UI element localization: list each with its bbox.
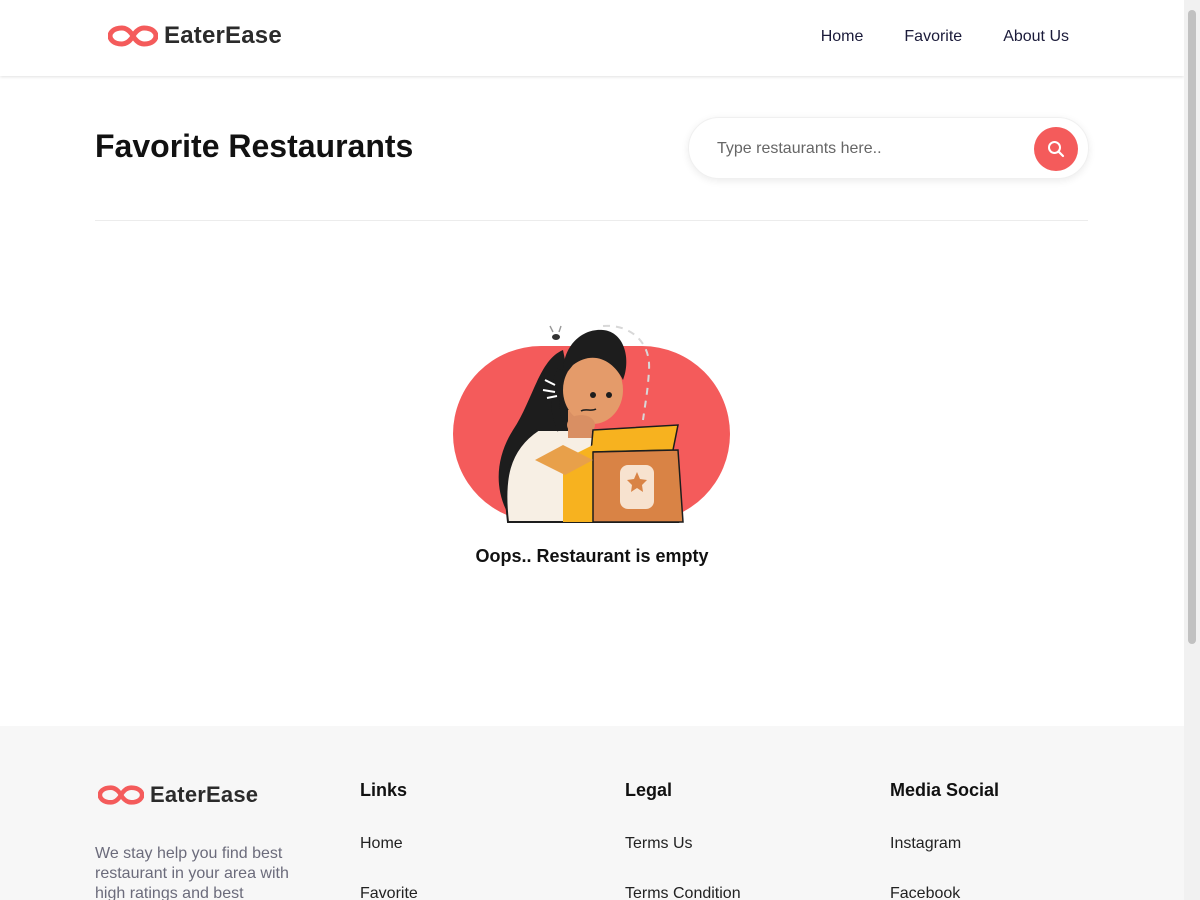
footer-link-instagram[interactable]: Instagram — [890, 834, 999, 854]
footer-link-terms-condition[interactable]: Terms Condition — [625, 884, 741, 900]
nav-about-us[interactable]: About Us — [1003, 26, 1069, 48]
search-button[interactable] — [1034, 127, 1078, 171]
footer-link-terms-us[interactable]: Terms Us — [625, 834, 741, 854]
nav-home[interactable]: Home — [821, 26, 864, 48]
footer-social-column: Media Social Instagram Facebook — [890, 780, 999, 900]
footer-brand-name: EaterEase — [150, 782, 259, 807]
page-scrollbar[interactable] — [1184, 0, 1200, 900]
site-header: EaterEase Home Favorite About Us — [0, 0, 1184, 76]
footer-link-favorite[interactable]: Favorite — [360, 884, 418, 900]
page-title: Favorite Restaurants — [95, 128, 414, 164]
brand-logo[interactable]: EaterEase — [108, 20, 282, 52]
footer-link-facebook[interactable]: Facebook — [890, 884, 999, 900]
empty-state-message: Oops.. Restaurant is empty — [475, 546, 709, 566]
footer-column-title: Legal — [625, 780, 673, 800]
infinity-logo-icon — [98, 785, 144, 805]
footer-column-title: Media Social — [890, 780, 1000, 800]
brand-name: EaterEase — [164, 22, 282, 49]
empty-state-illustration — [453, 324, 730, 523]
footer-brand-logo[interactable]: EaterEase — [98, 782, 258, 808]
search-icon — [1048, 141, 1065, 158]
main-nav: Home Favorite About Us — [821, 26, 1069, 48]
footer-column-title: Links — [360, 780, 408, 800]
site-footer: EaterEase We stay help you find best res… — [0, 726, 1184, 900]
infinity-logo-icon — [108, 25, 158, 47]
nav-favorite[interactable]: Favorite — [904, 26, 962, 48]
footer-legal-column: Legal Terms Us Terms Condition — [625, 780, 741, 900]
footer-description: We stay help you find best restaurant in… — [95, 845, 289, 900]
search-input[interactable] — [717, 137, 1017, 161]
footer-link-home[interactable]: Home — [360, 834, 418, 854]
scrollbar-thumb[interactable] — [1188, 10, 1196, 644]
section-divider — [95, 220, 1088, 221]
search-bar — [688, 117, 1089, 179]
footer-links-column: Links Home Favorite — [360, 780, 418, 900]
